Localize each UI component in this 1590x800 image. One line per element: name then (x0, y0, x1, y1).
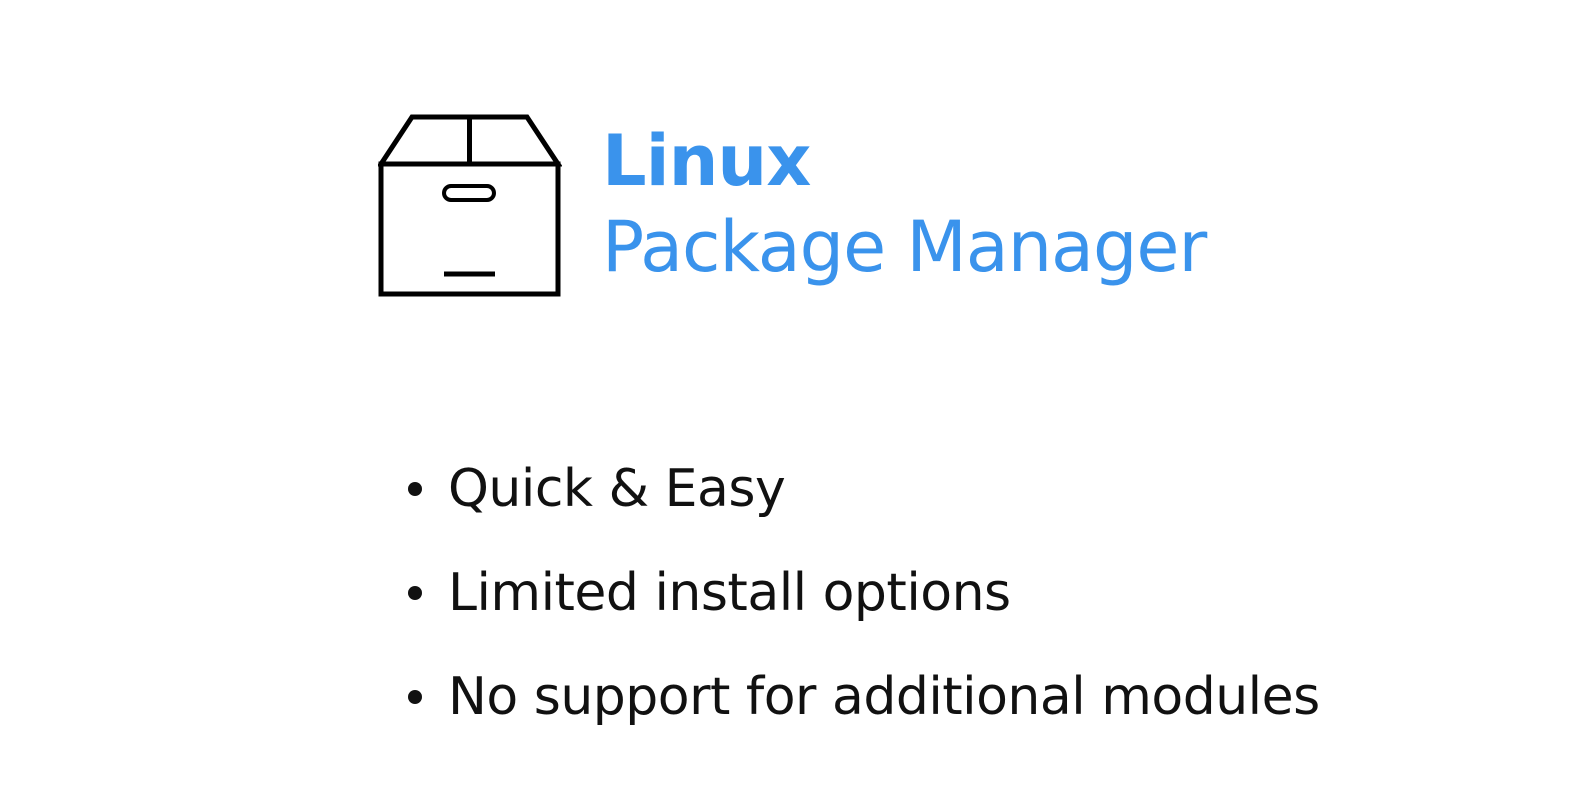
title-line-package-manager: Package Manager (602, 206, 1207, 288)
bullet-dot-icon (408, 586, 422, 600)
list-item: No support for additional modules (408, 645, 1320, 749)
title-line-linux: Linux (602, 120, 811, 202)
bullet-text: No support for additional modules (448, 667, 1320, 727)
bullet-dot-icon (408, 482, 422, 496)
list-item: Quick & Easy (408, 437, 1320, 541)
package-box-icon (376, 114, 563, 300)
slide: Linux Package Manager Quick & Easy Limit… (0, 0, 1590, 800)
slide-title: Linux Package Manager (602, 118, 1207, 290)
bullet-text: Quick & Easy (448, 459, 786, 519)
list-item: Limited install options (408, 541, 1320, 645)
bullet-list: Quick & Easy Limited install options No … (408, 437, 1320, 749)
bullet-text: Limited install options (448, 563, 1011, 623)
bullet-dot-icon (408, 690, 422, 704)
